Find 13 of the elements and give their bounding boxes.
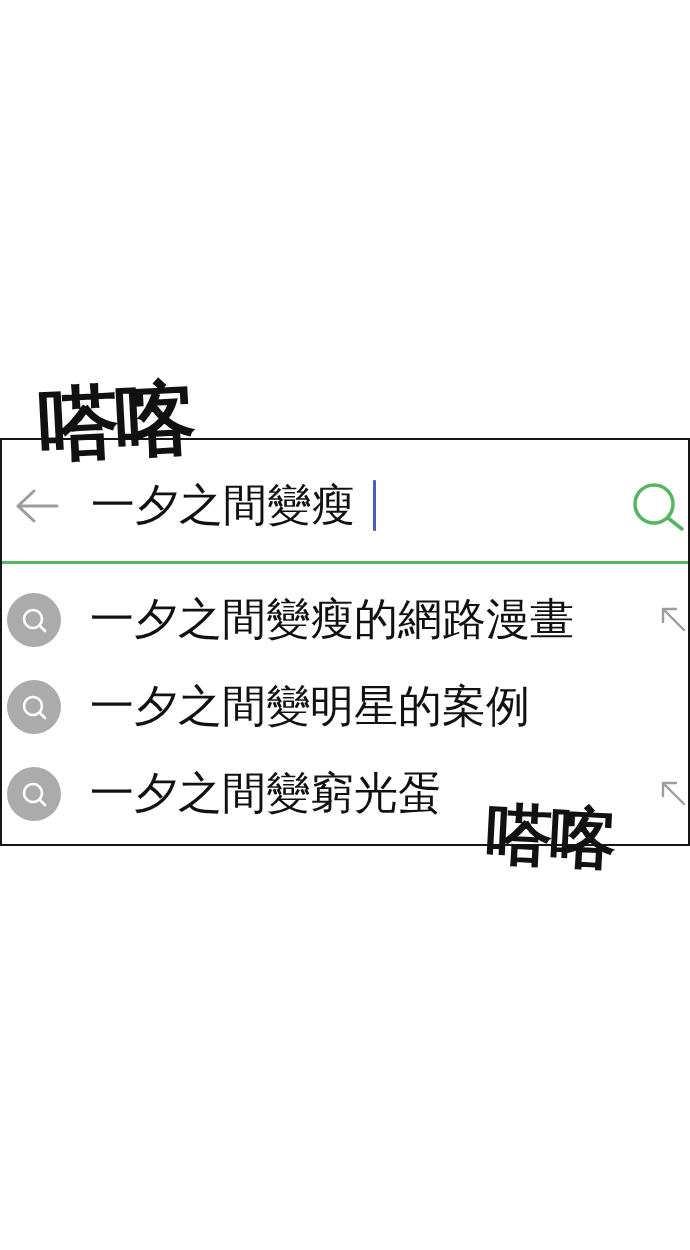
suggestion-text[interactable]: 一夕之間變明星的案例 xyxy=(90,680,530,733)
search-icon xyxy=(7,766,61,821)
search-icon xyxy=(7,679,61,734)
search-icon xyxy=(7,592,61,647)
arrow-up-left-icon[interactable] xyxy=(661,781,686,806)
search-field[interactable]: 一夕之間變瘦 xyxy=(91,479,376,532)
sound-effect-text: 嗒喀 xyxy=(36,377,196,467)
sound-effect-text: 嗒喀 xyxy=(484,800,616,874)
search-icon[interactable] xyxy=(630,480,684,531)
back-arrow-icon[interactable] xyxy=(15,487,59,524)
suggestion-text[interactable]: 一夕之間變瘦的網路漫畫 xyxy=(90,593,574,646)
suggestion-text[interactable]: 一夕之間變窮光蛋 xyxy=(90,767,442,820)
arrow-up-left-icon[interactable] xyxy=(661,607,686,632)
